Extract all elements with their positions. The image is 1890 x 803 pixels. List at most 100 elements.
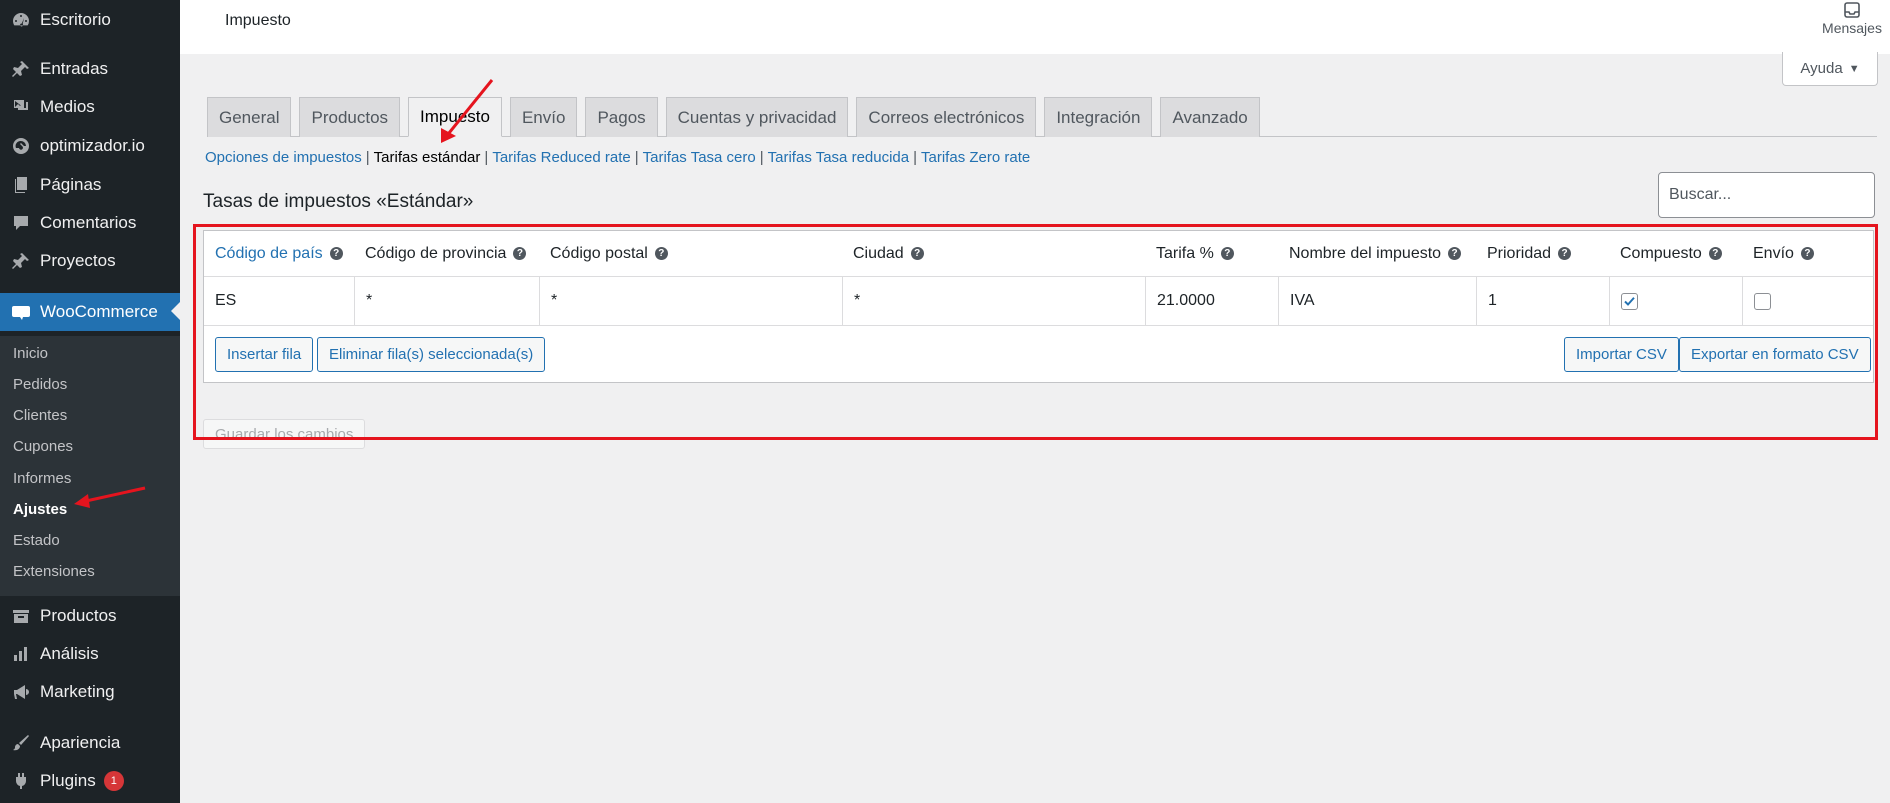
tab-cuentas-privacidad[interactable]: Cuentas y privacidad — [665, 97, 849, 137]
menu-item-escritorio[interactable]: Escritorio — [0, 2, 180, 38]
column-header-priority: Prioridad? — [1476, 231, 1609, 276]
column-header-rate: Tarifa %? — [1145, 231, 1278, 276]
help-tip-icon[interactable]: ? — [329, 247, 343, 260]
shipping-checkbox[interactable] — [1754, 292, 1771, 310]
gauge-icon — [10, 135, 32, 157]
pin-icon — [10, 250, 32, 272]
cell-tax-name[interactable]: IVA — [1278, 276, 1476, 326]
archive-icon — [10, 605, 32, 627]
menu-label: Entradas — [40, 59, 109, 78]
submenu-item-cupones[interactable]: Cupones — [13, 438, 73, 455]
menu-label: optimizador.io — [40, 136, 145, 155]
menu-item-medios[interactable]: Medios — [0, 89, 180, 125]
help-tip-icon[interactable]: ? — [1708, 247, 1722, 260]
help-button[interactable]: Ayuda ▼ — [1782, 52, 1878, 86]
tab-avanzado[interactable]: Avanzado — [1160, 97, 1260, 137]
remove-rows-button[interactable]: Eliminar fila(s) seleccionada(s) — [317, 337, 546, 372]
cell-state[interactable]: * — [354, 276, 539, 326]
woocommerce-header: Impuesto Mensajes — [180, 0, 1890, 54]
inbox-button[interactable]: Mensajes — [1820, 0, 1884, 50]
menu-item-apariencia[interactable]: Apariencia — [0, 725, 180, 761]
plugins-update-badge: 1 — [103, 771, 124, 791]
sublink-tarifas-tasa-reducida[interactable]: Tarifas Tasa reducida — [768, 149, 909, 166]
separator: | — [365, 149, 370, 166]
tab-envio[interactable]: Envío — [509, 97, 578, 137]
tab-general[interactable]: General — [207, 97, 292, 137]
column-header-state: Código de provincia? — [354, 231, 539, 276]
caret-down-icon: ▼ — [1848, 62, 1860, 75]
sublink-tarifas-zero-rate[interactable]: Tarifas Zero rate — [921, 149, 1030, 166]
menu-item-proyectos[interactable]: Proyectos — [0, 243, 180, 279]
search-input[interactable] — [1658, 172, 1875, 218]
submenu-item-informes[interactable]: Informes — [13, 470, 71, 487]
page-heading: Impuesto — [225, 12, 291, 29]
menu-item-analisis[interactable]: Análisis — [0, 636, 180, 672]
column-header-city: Ciudad? — [842, 231, 1145, 276]
inbox-icon — [1844, 2, 1860, 18]
header-label: Código de país — [215, 244, 323, 262]
submenu-item-clientes[interactable]: Clientes — [13, 407, 67, 424]
help-tip-icon[interactable]: ? — [1558, 247, 1572, 260]
comment-icon — [10, 212, 32, 234]
insert-row-button[interactable]: Insertar fila — [215, 337, 314, 372]
column-header-country[interactable]: Código de país? — [204, 231, 354, 276]
help-tip-icon[interactable]: ? — [513, 247, 527, 260]
menu-label: Páginas — [40, 175, 102, 194]
export-csv-button[interactable]: Exportar en formato CSV — [1679, 337, 1871, 372]
megaphone-icon — [10, 681, 32, 703]
menu-item-comentarios[interactable]: Comentarios — [0, 205, 180, 241]
help-tip-icon[interactable]: ? — [654, 247, 668, 260]
cell-city[interactable]: * — [842, 276, 1145, 326]
separator: | — [913, 149, 918, 166]
tab-productos[interactable]: Productos — [299, 97, 401, 137]
cell-country[interactable]: ES — [204, 276, 354, 326]
import-csv-button[interactable]: Importar CSV — [1564, 337, 1679, 372]
submenu-item-inicio[interactable]: Inicio — [13, 345, 48, 362]
menu-label: Marketing — [40, 682, 115, 701]
dashboard-icon — [10, 9, 32, 31]
tab-impuesto[interactable]: Impuesto — [408, 97, 502, 137]
menu-item-entradas[interactable]: Entradas — [0, 51, 180, 87]
help-tip-icon[interactable]: ? — [1220, 247, 1234, 260]
section-title: Tasas de impuestos «Estándar» — [203, 191, 474, 212]
menu-item-paginas[interactable]: Páginas — [0, 167, 180, 203]
cell-postcode[interactable]: * — [539, 276, 842, 326]
tab-correos[interactable]: Correos electrónicos — [856, 97, 1037, 137]
menu-item-plugins[interactable]: Plugins 1 — [0, 763, 180, 799]
sublink-opciones-impuestos[interactable]: Opciones de impuestos — [205, 149, 362, 166]
submenu-item-ajustes[interactable]: Ajustes — [13, 501, 67, 518]
pages-icon — [10, 174, 32, 196]
separator: | — [484, 149, 489, 166]
cell-shipping — [1742, 276, 1873, 326]
column-header-compound: Compuesto? — [1609, 231, 1742, 276]
menu-label: WooCommerce — [40, 302, 158, 321]
menu-label: Análisis — [40, 644, 99, 663]
submenu-item-pedidos[interactable]: Pedidos — [13, 376, 67, 393]
cell-compound — [1609, 276, 1742, 326]
help-tip-icon[interactable]: ? — [910, 247, 924, 260]
submenu-item-extensiones[interactable]: Extensiones — [13, 563, 95, 580]
cell-priority[interactable]: 1 — [1476, 276, 1609, 326]
submenu-item-estado[interactable]: Estado — [13, 532, 60, 549]
pin-icon — [10, 58, 32, 80]
sublink-tarifas-tasa-cero[interactable]: Tarifas Tasa cero — [643, 149, 756, 166]
woocommerce-submenu: Inicio Pedidos Clientes Cupones Informes… — [0, 336, 180, 596]
save-changes-button[interactable]: Guardar los cambios — [203, 419, 366, 449]
help-tip-icon[interactable]: ? — [1800, 247, 1814, 260]
cell-rate[interactable]: 21.0000 — [1145, 276, 1278, 326]
sublink-tarifas-reduced-rate[interactable]: Tarifas Reduced rate — [492, 149, 630, 166]
menu-label: Plugins — [40, 771, 96, 790]
chart-bar-icon — [10, 643, 32, 665]
sublink-tarifas-estandar[interactable]: Tarifas estándar — [374, 149, 481, 166]
menu-item-woocommerce[interactable]: WooCommerce — [0, 293, 180, 331]
menu-item-optimizador[interactable]: optimizador.io — [0, 128, 180, 164]
menu-item-productos[interactable]: Productos — [0, 598, 180, 634]
compound-checkbox[interactable] — [1621, 292, 1638, 310]
help-tip-icon[interactable]: ? — [1448, 247, 1462, 260]
brush-icon — [10, 732, 32, 754]
header-label: Código de provincia — [365, 244, 507, 262]
tab-pagos[interactable]: Pagos — [585, 97, 658, 137]
menu-item-marketing[interactable]: Marketing — [0, 674, 180, 710]
inbox-label: Mensajes — [1822, 20, 1882, 36]
tab-integracion[interactable]: Integración — [1044, 97, 1153, 137]
